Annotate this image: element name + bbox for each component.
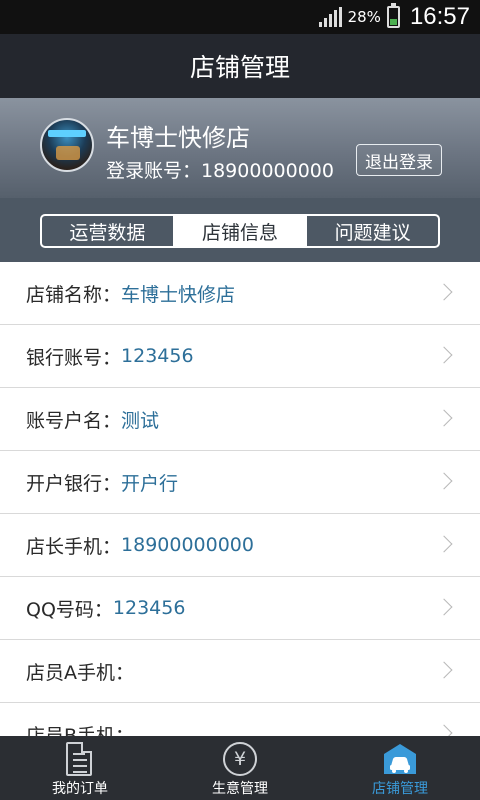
chevron-right-icon: [435, 724, 453, 736]
nav-business-management[interactable]: ¥ 生意管理: [160, 736, 320, 800]
segmented-tabs: 运营数据 店铺信息 问题建议: [40, 214, 440, 248]
shop-profile: 车博士快修店 登录账号：18900000000 退出登录: [0, 98, 480, 198]
bottom-nav: 我的订单 ¥ 生意管理 店铺管理: [0, 736, 480, 800]
row-value: 18900000000: [121, 534, 254, 556]
yen-icon: ¥: [223, 742, 257, 776]
shop-name: 车博士快修店: [106, 124, 250, 152]
chevron-right-icon: [435, 283, 453, 301]
row-account-holder[interactable]: 账号户名： 测试: [0, 388, 480, 451]
row-qq-number[interactable]: QQ号码： 123456: [0, 577, 480, 640]
page-title: 店铺管理: [189, 53, 290, 82]
row-bank-account[interactable]: 银行账号： 123456: [0, 325, 480, 388]
storefront-image: [48, 130, 86, 137]
chevron-right-icon: [435, 472, 453, 490]
row-label: QQ号码：: [26, 598, 113, 621]
status-bar: 28% 16:57: [0, 0, 480, 34]
status-icons: 28% 16:57: [318, 0, 470, 34]
chevron-right-icon: [435, 661, 453, 679]
row-opening-bank[interactable]: 开户银行： 开户行: [0, 451, 480, 514]
signal-icon: [318, 7, 342, 27]
clock: 16:57: [409, 3, 470, 30]
nav-label: 店铺管理: [372, 781, 428, 797]
row-label: 店铺名称：: [26, 283, 122, 306]
row-clerk-a-phone[interactable]: 店员A手机：: [0, 640, 480, 703]
row-shop-name[interactable]: 店铺名称： 车博士快修店: [0, 262, 480, 325]
shop-car-icon: [382, 742, 418, 776]
row-label: 店员A手机：: [26, 661, 134, 684]
row-manager-phone[interactable]: 店长手机： 18900000000: [0, 514, 480, 577]
avatar: [40, 118, 94, 172]
row-label: 银行账号：: [26, 346, 122, 369]
logout-button[interactable]: 退出登录: [356, 144, 442, 176]
row-clerk-b-phone[interactable]: 店员B手机：: [0, 703, 480, 736]
tab-suggestions[interactable]: 问题建议: [305, 216, 438, 246]
title-bar: 店铺管理: [0, 34, 480, 98]
battery-icon: [386, 3, 400, 28]
row-label: 店长手机：: [26, 535, 122, 558]
storefront-light: [56, 146, 80, 160]
tab-shop-info[interactable]: 店铺信息: [172, 216, 306, 246]
shop-info-list: 店铺名称： 车博士快修店 银行账号： 123456 账号户名： 测试 开户银行：…: [0, 262, 480, 736]
row-value: 车博士快修店: [121, 283, 236, 306]
battery-percent: 28%: [347, 8, 381, 26]
chevron-right-icon: [435, 346, 453, 364]
chevron-right-icon: [435, 598, 453, 616]
row-value: 测试: [121, 409, 160, 432]
login-account: 登录账号：18900000000: [106, 160, 334, 182]
row-label: 账号户名：: [26, 409, 122, 432]
nav-label: 我的订单: [52, 781, 108, 797]
row-label: 开户银行：: [26, 472, 122, 495]
row-label: 店员B手机：: [26, 724, 135, 737]
row-value: 开户行: [121, 472, 179, 495]
chevron-right-icon: [435, 535, 453, 553]
row-value: 123456: [121, 345, 194, 367]
tab-operation-data[interactable]: 运营数据: [42, 216, 173, 246]
document-icon: [66, 742, 92, 776]
nav-shop-management[interactable]: 店铺管理: [320, 736, 480, 800]
nav-label: 生意管理: [212, 781, 268, 797]
nav-my-orders[interactable]: 我的订单: [0, 736, 160, 800]
row-value: 123456: [112, 597, 186, 619]
chevron-right-icon: [435, 409, 453, 427]
tab-area: 运营数据 店铺信息 问题建议: [0, 198, 480, 262]
